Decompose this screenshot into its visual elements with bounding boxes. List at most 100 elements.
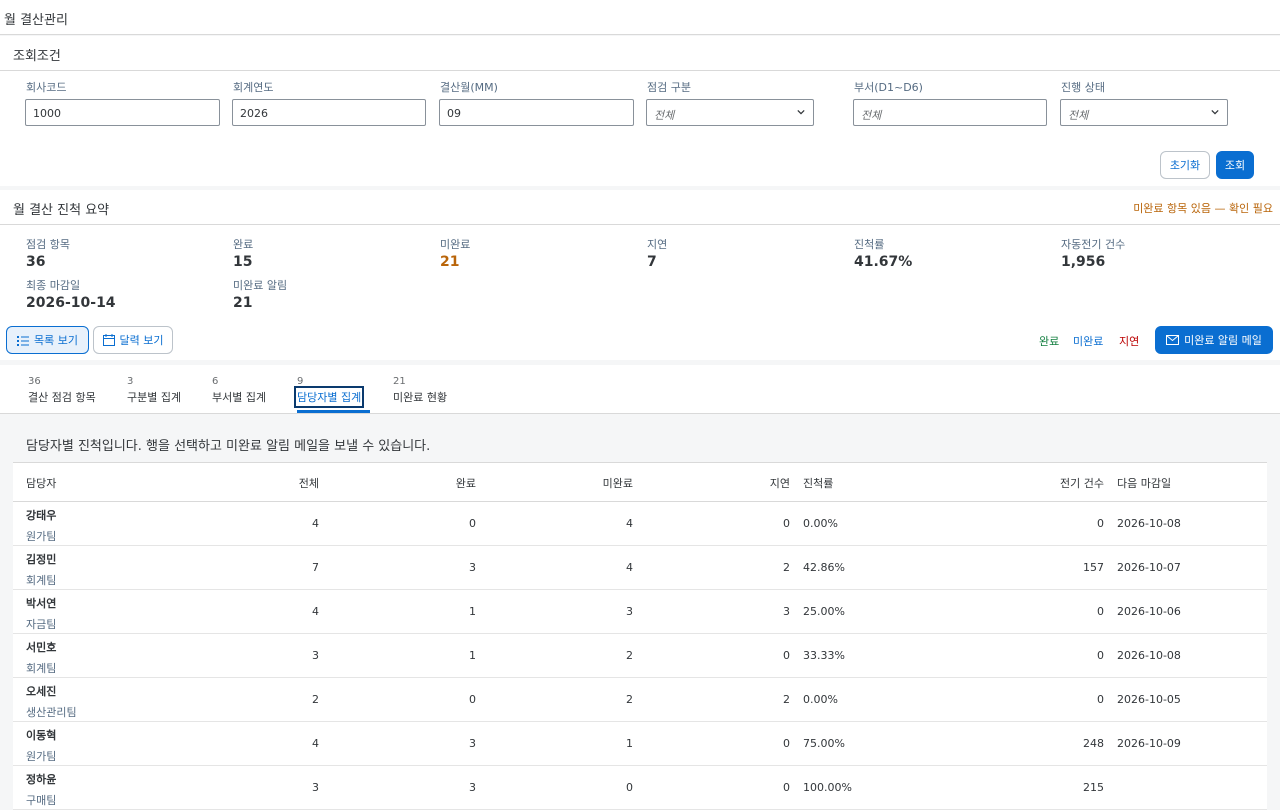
kpi-label-incomplete-alerts: 미완료 알림: [233, 279, 288, 292]
cell-delayed: 2: [783, 693, 790, 706]
assignee-name: 서민호: [26, 641, 57, 654]
col-postings[interactable]: 전기 건수: [1003, 475, 1104, 491]
table-row[interactable]: 오세진 생산관리팀 2 0 2 2 0.00% 0 2026-10-05: [13, 678, 1267, 722]
assignee-team: 생산관리팀: [26, 706, 77, 719]
assignee-name: 정하윤: [26, 773, 57, 786]
cell-incomplete: 3: [626, 605, 633, 618]
status-value: 전체: [1068, 109, 1089, 122]
cell-done: 3: [469, 781, 476, 794]
cell-delayed: 3: [783, 605, 790, 618]
cell-incomplete: 0: [626, 781, 633, 794]
kpi-label-final-due: 최종 마감일: [26, 279, 81, 292]
table-row[interactable]: 강태우 원가팀 4 0 4 0 0.00% 0 2026-10-08: [13, 502, 1267, 546]
cell-incomplete: 1: [626, 737, 633, 750]
tab-by-assignee[interactable]: 9 담당자별 집계: [293, 365, 370, 413]
assignee-team: 구매팀: [26, 794, 57, 807]
tab-incomplete-status[interactable]: 21 미완료 현황: [393, 365, 455, 413]
legend-delayed: 지연: [1119, 335, 1140, 348]
cell-progress: 75.00%: [803, 737, 845, 750]
col-delayed[interactable]: 지연: [713, 475, 790, 491]
tab-check-items[interactable]: 36 결산 점검 항목: [28, 365, 104, 413]
fiscal-year-input[interactable]: 2026: [232, 99, 426, 126]
summary-panel: 월 결산 진척 요약 미완료 항목 있음 — 확인 필요 점검 항목 36 완료…: [0, 190, 1280, 360]
check-type-value: 전체: [654, 109, 675, 122]
kpi-value-check-items: 36: [26, 254, 46, 270]
cell-progress: 0.00%: [803, 517, 838, 530]
cell-postings: 248: [1083, 737, 1104, 750]
cell-total: 3: [312, 649, 319, 662]
list-view-label: 목록 보기: [34, 334, 78, 347]
cell-postings: 0: [1097, 693, 1104, 706]
mail-icon: [1166, 335, 1180, 345]
cell-delayed: 0: [783, 781, 790, 794]
kpi-label-incomplete: 미완료: [440, 238, 471, 251]
search-panel-header: 조회조건: [0, 36, 1280, 71]
table-row[interactable]: 정하윤 구매팀 3 3 0 0 100.00% 215: [13, 766, 1267, 810]
cell-postings: 157: [1083, 561, 1104, 574]
closing-month-label: 결산월(MM): [440, 81, 498, 94]
chevron-down-icon: [1211, 109, 1219, 115]
assignee-team: 회계팀: [26, 574, 57, 587]
cell-progress: 25.00%: [803, 605, 845, 618]
table-row[interactable]: 이동혁 원가팀 4 3 1 0 75.00% 248 2026-10-09: [13, 722, 1267, 766]
search-button[interactable]: 조회: [1216, 151, 1254, 179]
cell-delayed: 0: [783, 517, 790, 530]
table-row[interactable]: 김정민 회계팀 7 3 4 2 42.86% 157 2026-10-07: [13, 546, 1267, 590]
assignee-name: 박서연: [26, 597, 57, 610]
cell-next-due: 2026-10-09: [1117, 737, 1181, 750]
col-assignee[interactable]: 담당자: [26, 475, 56, 491]
kpi-value-auto-postings: 1,956: [1061, 254, 1106, 270]
reset-button[interactable]: 초기화: [1160, 151, 1210, 179]
assignee-name: 김정민: [26, 553, 57, 566]
table-description: 담당자별 진척입니다. 행을 선택하고 미완료 알림 메일을 보낼 수 있습니다…: [26, 439, 431, 454]
table-row[interactable]: 서민호 회계팀 3 1 2 0 33.33% 0 2026-10-08: [13, 634, 1267, 678]
col-done[interactable]: 완료: [393, 475, 476, 491]
col-progress[interactable]: 진척률: [803, 475, 833, 491]
status-select[interactable]: 전체: [1060, 99, 1228, 126]
tab-by-type[interactable]: 3 구분별 집계: [127, 365, 189, 413]
cell-postings: 215: [1083, 781, 1104, 794]
assignee-team: 자금팀: [26, 618, 57, 631]
calendar-view-button[interactable]: 달력 보기: [93, 326, 173, 354]
assignee-name: 이동혁: [26, 729, 57, 742]
app-header: 월 결산관리: [0, 0, 1280, 35]
kpi-label-delayed: 지연: [647, 238, 668, 251]
cell-next-due: 2026-10-07: [1117, 561, 1181, 574]
kpi-label-auto-postings: 자동전기 건수: [1061, 238, 1126, 251]
tab-by-department[interactable]: 6 부서별 집계: [212, 365, 274, 413]
tab-label: 결산 점검 항목: [28, 391, 96, 404]
incomplete-mail-label: 미완료 알림 메일: [1184, 334, 1262, 347]
kpi-label-check-items: 점검 항목: [26, 238, 70, 251]
check-type-select[interactable]: 전체: [646, 99, 814, 126]
kpi-value-incomplete: 21: [440, 254, 460, 270]
list-view-button[interactable]: 목록 보기: [6, 326, 89, 354]
cell-delayed: 0: [783, 737, 790, 750]
cell-total: 2: [312, 693, 319, 706]
company-code-label: 회사코드: [26, 81, 67, 94]
tab-bar: 36 결산 점검 항목 3 구분별 집계 6 부서별 집계 9 담당자별 집계 …: [0, 365, 1280, 414]
company-code-input[interactable]: 1000: [25, 99, 220, 126]
tab-count: 21: [393, 376, 406, 387]
cell-progress: 0.00%: [803, 693, 838, 706]
cell-incomplete: 2: [626, 693, 633, 706]
col-total[interactable]: 전체: [233, 475, 319, 491]
kpi-value-final-due: 2026-10-14: [26, 295, 116, 311]
cell-incomplete: 2: [626, 649, 633, 662]
cell-done: 3: [469, 561, 476, 574]
kpi-label-progress: 진척률: [854, 238, 885, 251]
tab-count: 6: [212, 376, 219, 387]
incomplete-mail-button[interactable]: 미완료 알림 메일: [1155, 326, 1273, 354]
cell-incomplete: 4: [626, 517, 633, 530]
col-next-due[interactable]: 다음 마감일: [1117, 475, 1171, 491]
tab-count: 36: [28, 376, 41, 387]
table-row[interactable]: 박서연 자금팀 4 1 3 3 25.00% 0 2026-10-06: [13, 590, 1267, 634]
col-incomplete[interactable]: 미완료: [553, 475, 633, 491]
cell-total: 4: [312, 605, 319, 618]
closing-month-input[interactable]: 09: [439, 99, 634, 126]
tab-count: 9: [297, 376, 304, 387]
cell-next-due: 2026-10-08: [1117, 649, 1181, 662]
list-icon: [17, 335, 29, 346]
cell-postings: 0: [1097, 517, 1104, 530]
department-input[interactable]: 전체: [853, 99, 1047, 126]
tab-label: 부서별 집계: [212, 391, 267, 404]
